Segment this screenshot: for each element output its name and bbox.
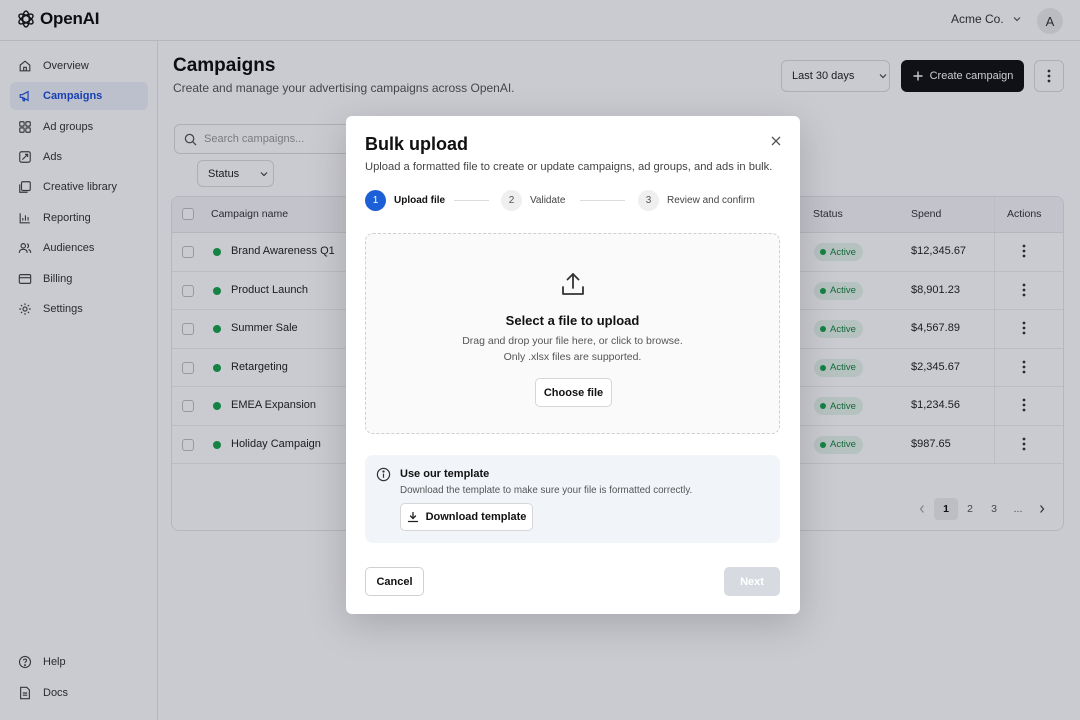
cancel-button[interactable]: Cancel — [365, 567, 424, 596]
download-icon — [407, 511, 419, 523]
next-button[interactable]: Next — [724, 567, 780, 596]
download-template-label: Download template — [425, 511, 527, 523]
step-upload-file: 1 Upload file — [365, 190, 445, 211]
template-description: Download the template to make sure your … — [400, 485, 693, 496]
step-number: 3 — [638, 190, 659, 211]
step-connector — [580, 200, 625, 201]
bulk-upload-dialog: Bulk upload Upload a formatted file to c… — [346, 116, 800, 614]
upload-icon — [559, 270, 587, 298]
template-callout: Use our template Download the template t… — [365, 455, 780, 543]
drop-instructions: Drag and drop your file here, or click t… — [462, 335, 683, 347]
step-connector — [454, 200, 489, 201]
step-label: Validate — [530, 195, 566, 206]
step-label: Upload file — [394, 195, 446, 206]
step-validate: 2 Validate — [501, 190, 565, 211]
step-number: 2 — [501, 190, 522, 211]
step-review: 3 Review and confirm — [638, 190, 755, 211]
info-icon — [376, 467, 391, 482]
file-drop-zone[interactable]: Select a file to upload Drag and drop yo… — [365, 233, 780, 434]
template-title: Use our template — [400, 468, 490, 480]
choose-file-button[interactable]: Choose file — [535, 378, 612, 407]
drop-title: Select a file to upload — [505, 313, 640, 328]
dialog-title: Bulk upload — [365, 134, 468, 154]
close-icon[interactable] — [770, 135, 782, 147]
step-label: Review and confirm — [667, 195, 755, 206]
dialog-subtitle: Upload a formatted file to create or upd… — [365, 161, 773, 173]
drop-file-types: Only .xlsx files are supported. — [503, 351, 642, 363]
download-template-button[interactable]: Download template — [400, 503, 533, 531]
step-number: 1 — [365, 190, 386, 211]
